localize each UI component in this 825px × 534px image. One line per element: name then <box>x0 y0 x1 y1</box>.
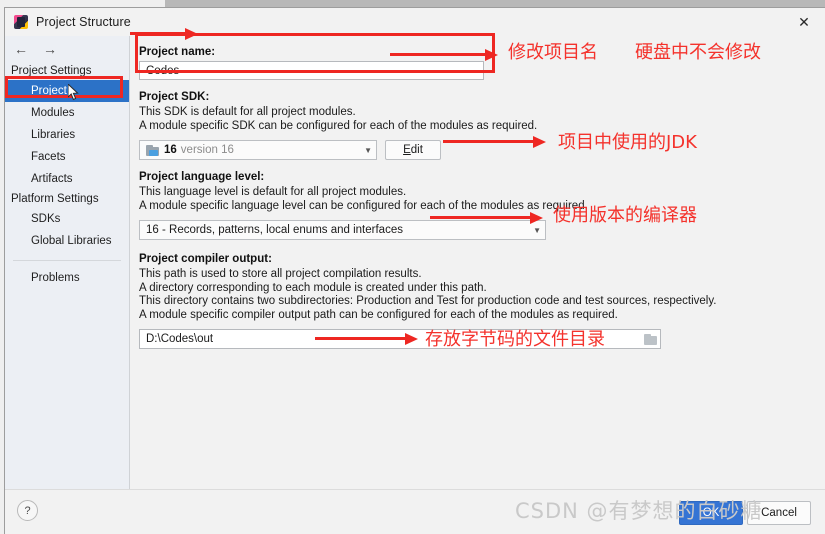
jdk-icon <box>146 144 159 156</box>
settings-sidebar: ← → Project Settings Project Modules Lib… <box>5 36 130 489</box>
compiler-output-desc-line-3: This directory contains two subdirectori… <box>139 295 717 307</box>
chevron-down-icon[interactable]: ▼ <box>533 226 541 235</box>
annotation-compiler-version: 使用版本的编译器 <box>553 205 697 226</box>
project-sdk-desc-line-1: This SDK is default for all project modu… <box>139 106 356 118</box>
annotation-jdk: 项目中使用的JDK <box>558 132 697 153</box>
compiler-output-desc-line-4: A module specific compiler output path c… <box>139 308 618 321</box>
project-settings-panel: Project name: Codes Project SDK: This SD… <box>130 36 825 489</box>
sidebar-item-modules[interactable]: Modules <box>5 102 129 124</box>
language-level-desc-line-2: A module specific language level can be … <box>139 199 588 212</box>
compiler-output-input[interactable]: D:\Codes\out <box>146 329 213 349</box>
compiler-output-label: Project compiler output: <box>139 253 272 265</box>
annotation-project-name: 修改项目名 <box>508 42 598 63</box>
project-sdk-row: 16 version 16 ▼ Edit <box>139 140 811 160</box>
sidebar-item-sdks[interactable]: SDKs <box>5 208 129 230</box>
back-arrow-icon[interactable]: ← <box>14 42 28 56</box>
project-sdk-version: version 16 <box>180 144 234 156</box>
project-name-input[interactable]: Codes <box>139 61 484 80</box>
mouse-cursor <box>68 84 79 101</box>
language-level-value: 16 - Records, patterns, local enums and … <box>146 224 403 236</box>
project-sdk-combobox[interactable]: 16 version 16 ▼ <box>139 140 377 160</box>
sidebar-item-facets[interactable]: Facets <box>5 146 129 168</box>
language-level-section: Project language level: This language le… <box>139 171 811 240</box>
edit-button-mnemonic: E <box>403 144 411 156</box>
sidebar-item-libraries[interactable]: Libraries <box>5 124 129 146</box>
help-icon[interactable]: ? <box>17 500 38 521</box>
sidebar-item-artifacts[interactable]: Artifacts <box>5 168 129 190</box>
sidebar-group-project-settings: Project Settings <box>11 65 92 77</box>
forward-arrow-icon[interactable]: → <box>43 42 57 56</box>
sidebar-nav-arrows: ← → <box>5 36 129 62</box>
edit-sdk-button[interactable]: Edit <box>385 140 441 160</box>
edit-button-label: dit <box>410 144 423 156</box>
compiler-output-desc-line-1: This path is used to store all project c… <box>139 268 422 280</box>
folder-browse-icon[interactable] <box>644 333 657 345</box>
sidebar-item-project[interactable]: Project <box>5 80 129 102</box>
chevron-down-icon[interactable]: ▼ <box>364 146 372 155</box>
csdn-watermark: CSDN @有梦想的白砂糖 <box>515 499 763 523</box>
language-level-label: Project language level: <box>139 171 265 183</box>
project-sdk-section: Project SDK: This SDK is default for all… <box>139 91 811 160</box>
sidebar-item-problems[interactable]: Problems <box>5 267 129 289</box>
annotation-bytecode-dir: 存放字节码的文件目录 <box>425 329 605 350</box>
project-sdk-desc-line-2: A module specific SDK can be configured … <box>139 119 538 132</box>
annotation-disk-note: 硬盘中不会修改 <box>635 42 761 63</box>
language-level-combobox[interactable]: 16 - Records, patterns, local enums and … <box>139 220 546 240</box>
language-level-desc-line-1: This language level is default for all p… <box>139 186 407 198</box>
compiler-output-desc-line-2: A directory corresponding to each module… <box>139 281 487 294</box>
intellij-idea-icon <box>14 15 28 29</box>
dialog-title-bar: Project Structure ✕ <box>5 8 825 36</box>
dialog-body: ← → Project Settings Project Modules Lib… <box>5 36 825 489</box>
dialog-title: Project Structure <box>36 15 131 29</box>
sidebar-item-global-libraries[interactable]: Global Libraries <box>5 230 129 252</box>
project-sdk-number: 16 <box>164 144 177 156</box>
project-structure-dialog: Project Structure ✕ ← → Project Settings… <box>5 8 825 534</box>
project-sdk-label: Project SDK: <box>139 91 210 103</box>
sidebar-divider <box>13 260 121 261</box>
sidebar-group-platform-settings: Platform Settings <box>11 193 99 205</box>
close-icon[interactable]: ✕ <box>783 8 825 36</box>
